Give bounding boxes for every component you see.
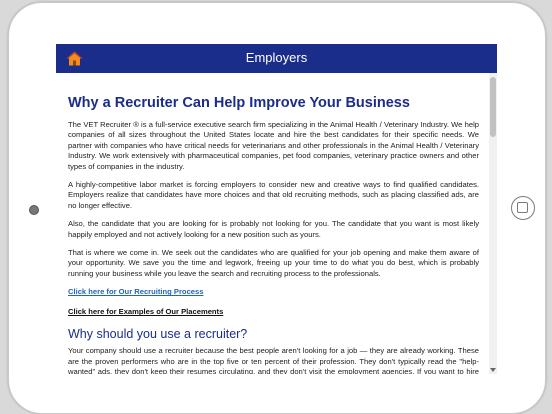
placements-link-row: Click here for Examples of Our Placement… bbox=[68, 307, 479, 316]
sub-heading: Why should you use a recruiter? bbox=[68, 327, 248, 342]
main-heading: Why a Recruiter Can Help Improve Your Bu… bbox=[68, 95, 410, 111]
placements-link[interactable]: Click here for Examples of Our Placement… bbox=[68, 307, 223, 316]
page-title: Employers bbox=[245, 50, 308, 65]
screen: Employers Why a Recruiter Can Help Impro… bbox=[56, 44, 497, 374]
tablet-home-button[interactable] bbox=[511, 196, 535, 220]
why-recruiter-paragraph: Your company should use a recruiter beca… bbox=[68, 346, 479, 374]
scroll-down-arrow-icon[interactable] bbox=[490, 368, 496, 372]
page-header: Employers bbox=[56, 44, 497, 73]
recruiting-process-link[interactable]: Click here for Our Recruiting Process bbox=[68, 287, 203, 296]
intro-paragraph: The VET Recruiter ® is a full-service ex… bbox=[68, 120, 479, 171]
scrollbar-thumb[interactable] bbox=[490, 77, 496, 137]
recruiting-process-link-row: Click here for Our Recruiting Process bbox=[68, 287, 479, 296]
where-we-come-in-paragraph: That is where we come in. We seek out th… bbox=[68, 248, 479, 278]
scrollbar[interactable] bbox=[489, 73, 497, 374]
camera-dot bbox=[29, 205, 39, 215]
home-button-square-icon bbox=[517, 202, 528, 213]
tablet-frame: Employers Why a Recruiter Can Help Impro… bbox=[8, 2, 546, 414]
labor-market-paragraph: A highly-competitive labor market is for… bbox=[68, 180, 479, 210]
main-content: Why a Recruiter Can Help Improve Your Bu… bbox=[56, 73, 489, 374]
candidate-paragraph: Also, the candidate that you are looking… bbox=[68, 219, 479, 239]
